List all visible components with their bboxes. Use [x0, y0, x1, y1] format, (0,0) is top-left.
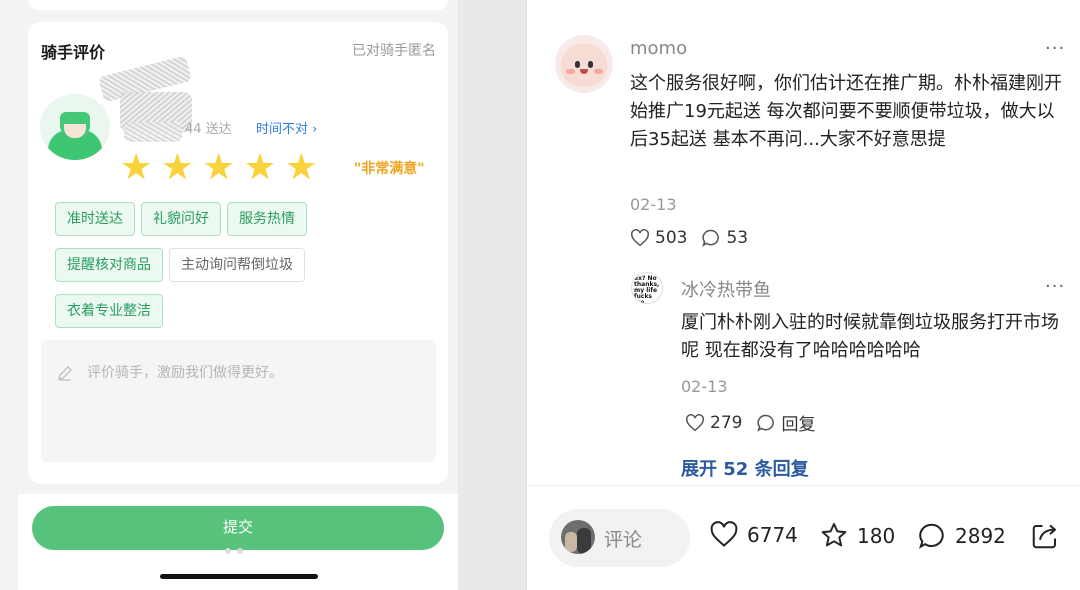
home-indicator[interactable] [160, 574, 318, 579]
previous-card [28, 0, 448, 10]
review-placeholder: 评价骑手，激励我们做得更好。 [87, 365, 283, 381]
post-favorite-button[interactable]: 180 [819, 521, 895, 550]
comment-date: 02-13 [630, 195, 677, 214]
tag-take-garbage[interactable]: 主动询问帮倒垃圾 [169, 248, 305, 282]
reply-count: 53 [726, 228, 749, 248]
review-tags: 准时送达 礼貌问好 服务热情 提醒核对商品 主动询问帮倒垃圾 衣着专业整洁 [55, 202, 435, 340]
redacted-scribble [124, 122, 182, 142]
page-indicator [225, 548, 243, 554]
star-icon[interactable]: ★ [161, 150, 193, 186]
reply-label: 回复 [781, 415, 816, 435]
reply-action-button[interactable]: 回复 [756, 410, 815, 435]
more-options-icon[interactable]: ··· [1045, 38, 1065, 59]
post-comment-button[interactable]: 2892 [917, 521, 1006, 551]
reply-date: 02-13 [681, 377, 728, 396]
comment-content: 这个服务很好啊，你们估计还在推广期。朴朴福建刚开始推广19元起送 每次都问要不要… [630, 73, 1062, 150]
like-count: 279 [710, 412, 743, 433]
tag-on-time[interactable]: 准时送达 [55, 202, 135, 236]
delivered-text: 44 送达 [185, 122, 232, 137]
rider-review-card: 骑手评价 已对骑手匿名 44 送达 时间不对 › ★ ★ ★ ★ ★ "非常满意… [28, 22, 448, 484]
reply-content: 厦门朴朴刚入驻的时候就靠倒垃圾服务打开市场呢 现在都没有了哈哈哈哈哈哈 [681, 312, 1059, 361]
user-avatar [561, 520, 595, 554]
star-outline-icon [821, 523, 847, 547]
rider-review-panel: 骑手评价 已对骑手匿名 44 送达 时间不对 › ★ ★ ★ ★ ★ "非常满意… [0, 0, 458, 590]
heart-icon [710, 521, 738, 547]
post-favorite-count: 180 [857, 523, 896, 548]
comment-icon [918, 523, 944, 549]
submit-button[interactable]: 提交 [32, 506, 444, 550]
tag-warm-service[interactable]: 服务热情 [227, 202, 307, 236]
like-button[interactable]: 503 [630, 228, 687, 248]
comment-author[interactable]: momo [630, 38, 687, 59]
tag-check-items[interactable]: 提醒核对商品 [55, 248, 163, 282]
reply-stats: 279 回复 [685, 410, 829, 435]
heart-icon [686, 413, 704, 431]
reply-avatar[interactable]: ex? No thanks, my life fucks me every da… [631, 272, 663, 304]
rider-review-title: 骑手评价 [41, 43, 106, 62]
star-icon[interactable]: ★ [285, 150, 317, 186]
anonymous-label: 已对骑手匿名 [352, 43, 436, 59]
rider-avatar [40, 94, 110, 160]
comment-icon [702, 229, 720, 247]
post-comment-count: 2892 [955, 524, 1006, 548]
panel-separator [458, 0, 526, 590]
tag-polite[interactable]: 礼貌问好 [141, 202, 221, 236]
more-options-icon[interactable]: ··· [1045, 276, 1065, 297]
like-count: 503 [655, 228, 688, 248]
comments-panel: momo ··· 这个服务很好啊，你们估计还在推广期。朴朴福建刚开始推广19元起… [526, 0, 1080, 590]
post-like-count: 6774 [747, 522, 798, 547]
comment-icon [757, 414, 775, 432]
rating-text: "非常满意" [354, 161, 425, 177]
share-icon [1032, 524, 1056, 549]
post-footer: 评论 6774 180 2892 [527, 485, 1080, 590]
post-like-button[interactable]: 6774 [709, 521, 798, 548]
time-wrong-link[interactable]: 时间不对 › [256, 118, 317, 137]
tag-neat-attire[interactable]: 衣着专业整洁 [55, 294, 163, 328]
star-icon[interactable]: ★ [244, 150, 276, 186]
share-button[interactable] [1030, 521, 1060, 551]
comment-stats: 503 53 [630, 228, 762, 248]
expand-replies-link[interactable]: 展开 52 条回复 [681, 455, 809, 481]
comment-input[interactable]: 评论 [549, 509, 690, 567]
like-button[interactable]: 279 [685, 413, 742, 433]
heart-icon [631, 229, 649, 247]
comment-input-placeholder: 评论 [604, 529, 643, 551]
pencil-icon [58, 366, 72, 381]
momo-avatar[interactable] [555, 35, 613, 93]
review-textarea[interactable]: 评价骑手，激励我们做得更好。 [41, 340, 436, 462]
reply-button[interactable]: 53 [701, 228, 748, 248]
reply-author[interactable]: 冰冷热带鱼 [681, 276, 771, 302]
star-icon[interactable]: ★ [203, 150, 235, 186]
rating-stars[interactable]: ★ ★ ★ ★ ★ [120, 150, 317, 186]
star-icon[interactable]: ★ [120, 150, 152, 186]
